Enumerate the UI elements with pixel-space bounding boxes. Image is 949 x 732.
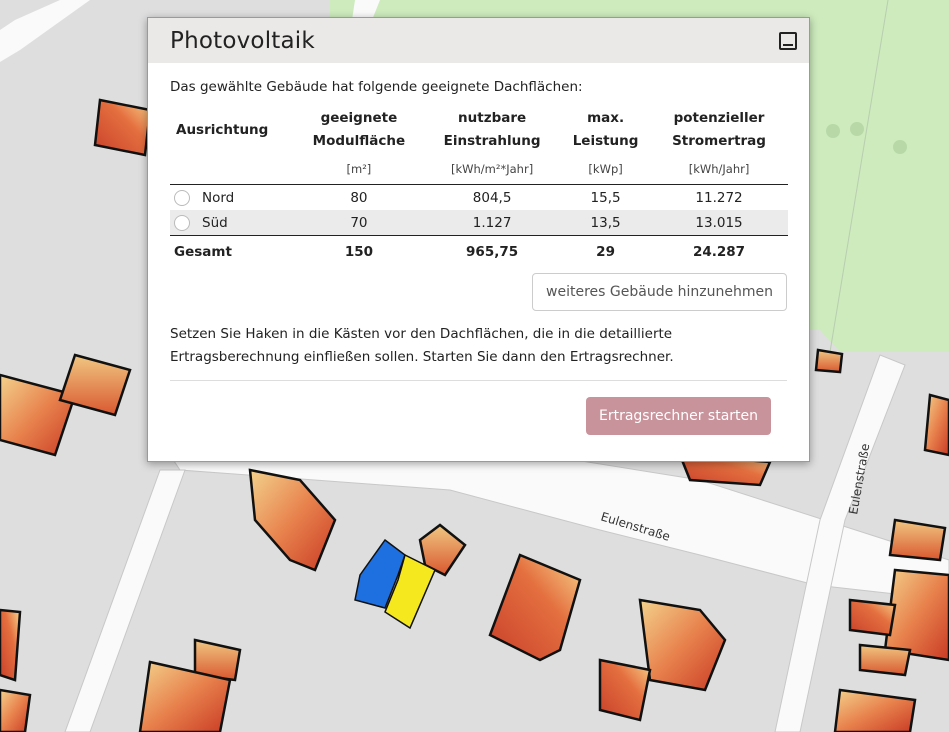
checkbox-sued[interactable] <box>174 214 190 231</box>
photovoltaik-panel: Photovoltaik Das gewählte Gebäude hat fo… <box>147 17 810 462</box>
divider <box>170 380 787 381</box>
checkbox-nord[interactable] <box>174 189 190 206</box>
total-yield: 24.287 <box>650 235 788 268</box>
cell-yield: 13.015 <box>650 210 788 236</box>
total-label: Gesamt <box>170 235 295 268</box>
panel-body: Das gewählte Gebäude hat folgende geeign… <box>148 79 809 268</box>
row-name-cell: Süd <box>170 210 295 236</box>
cell-area: 80 <box>350 189 368 206</box>
table-row-total: Gesamt 150 965,75 29 24.287 <box>170 235 788 268</box>
unit-ausrichtung <box>170 153 295 185</box>
panel-title: Photovoltaik <box>170 27 315 54</box>
panel-header: Photovoltaik <box>148 18 809 63</box>
roof-surfaces-table: Ausrichtung geeignete Modulfläche nutzbar… <box>170 107 788 268</box>
start-calculator-button[interactable]: Ertragsrechner starten <box>586 397 771 435</box>
unit-leistung: [kWp] <box>561 153 651 185</box>
minimize-icon[interactable] <box>779 31 797 50</box>
row-name-cell: Nord <box>170 185 295 211</box>
add-building-button[interactable]: weiteres Gebäude hinzunehmen <box>532 273 787 311</box>
cell-area: 70 <box>294 210 424 236</box>
table-header-row: Ausrichtung geeignete Modulfläche nutzbar… <box>170 107 788 153</box>
header-ausrichtung: Ausrichtung <box>176 121 269 138</box>
unit-einstrahlung: [kWh/m²*Jahr] <box>423 153 562 185</box>
table-unit-row: [m²] [kWh/m²*Jahr] [kWp] [kWh/Jahr] <box>170 153 788 185</box>
total-area: 150 <box>294 235 424 268</box>
total-power: 29 <box>561 235 651 268</box>
intro-text: Das gewählte Gebäude hat folgende geeign… <box>170 79 583 95</box>
cell-yield: 11.272 <box>695 189 743 206</box>
row-label-sued: Süd <box>202 214 228 231</box>
cell-irradiation: 1.127 <box>423 210 562 236</box>
cell-power: 13,5 <box>561 210 651 236</box>
header-stromertrag: potenzieller Stromertrag <box>672 110 766 149</box>
total-irradiation: 965,75 <box>423 235 562 268</box>
hint-text: Setzen Sie Haken in die Kästen vor den D… <box>170 326 674 365</box>
row-label-nord: Nord <box>202 189 235 206</box>
unit-stromertrag: [kWh/Jahr] <box>650 153 788 185</box>
header-modulflaeche: geeignete Modulfläche <box>312 110 406 149</box>
cell-power: 15,5 <box>590 189 621 206</box>
unit-modulflaeche: [m²] <box>294 153 424 185</box>
header-einstrahlung: nutzbare Einstrahlung <box>443 110 541 149</box>
table-row-sued: Süd 70 1.127 13,5 13.015 <box>170 210 788 236</box>
table-row-nord: Nord 80 804,5 15,5 11.272 <box>170 185 788 211</box>
header-leistung: max. Leistung <box>572 110 639 149</box>
cell-irradiation: 804,5 <box>472 189 512 206</box>
